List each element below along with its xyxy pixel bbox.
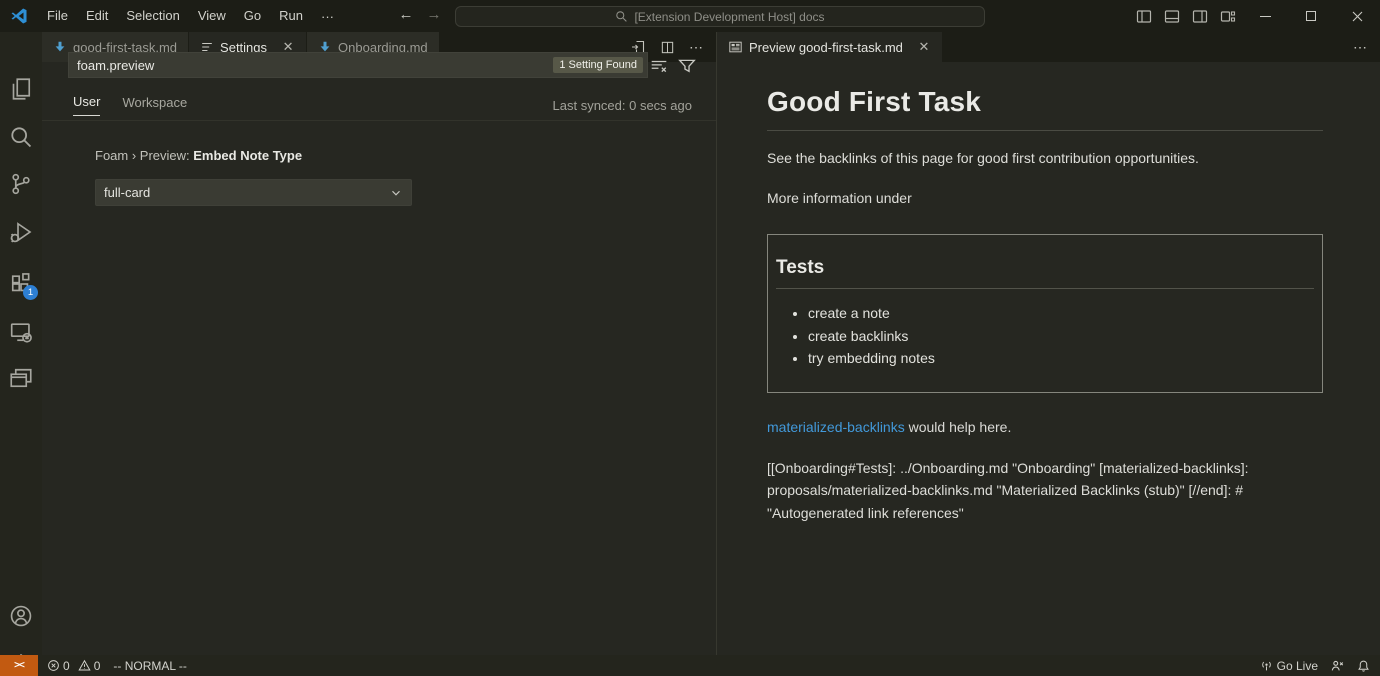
windows-view-icon[interactable] xyxy=(9,366,33,390)
close-window-button[interactable] xyxy=(1334,0,1380,32)
extensions-icon[interactable]: 1 xyxy=(9,272,33,296)
settings-results-badge: 1 Setting Found xyxy=(553,57,643,73)
editor-group-preview: Preview good-first-task.md ✕ ⋯ Good Firs… xyxy=(716,32,1380,655)
title-bar: File Edit Selection View Go Run ··· ← → … xyxy=(0,0,1380,32)
customize-layout-icon[interactable] xyxy=(1214,0,1242,32)
menu-run[interactable]: Run xyxy=(270,0,312,32)
navigate-forward-icon[interactable]: → xyxy=(422,0,446,32)
go-live-label: Go Live xyxy=(1277,659,1318,673)
menu-go[interactable]: Go xyxy=(235,0,270,32)
minimize-button[interactable] xyxy=(1242,0,1288,32)
chevron-down-icon xyxy=(389,186,403,200)
materialized-backlinks-link[interactable]: materialized-backlinks xyxy=(767,419,905,435)
tab-label: Preview good-first-task.md xyxy=(749,40,903,55)
preview-title: Good First Task xyxy=(767,86,1323,131)
list-item: try embedding notes xyxy=(808,347,1314,370)
problems-status[interactable]: 0 0 xyxy=(47,659,100,673)
clear-settings-filter-icon[interactable] xyxy=(650,57,668,75)
tab-bar-group2: Preview good-first-task.md ✕ ⋯ xyxy=(717,32,1380,62)
setting-title: Foam › Preview: Embed Note Type xyxy=(95,148,302,163)
menu-more-icon[interactable]: ··· xyxy=(312,9,343,24)
menu-edit[interactable]: Edit xyxy=(77,0,117,32)
settings-search-input[interactable] xyxy=(69,58,553,73)
menu-view[interactable]: View xyxy=(189,0,235,32)
source-control-icon[interactable] xyxy=(9,172,33,196)
vim-mode-indicator[interactable]: -- NORMAL -- xyxy=(113,659,187,673)
select-value: full-card xyxy=(104,185,150,200)
preview-paragraph: More information under xyxy=(767,188,1323,208)
activity-bar: 1 ⚙ xyxy=(0,32,42,655)
preview-paragraph: See the backlinks of this page for good … xyxy=(767,148,1323,168)
run-debug-icon[interactable] xyxy=(9,220,33,244)
link-suffix-text: would help here. xyxy=(905,419,1012,435)
accounts-icon[interactable] xyxy=(9,604,33,628)
command-center-search[interactable]: [Extension Development Host] docs xyxy=(455,6,985,27)
link-paragraph: materialized-backlinks would help here. xyxy=(767,419,1323,435)
close-tab-icon[interactable]: ✕ xyxy=(917,39,931,55)
last-synced-label: Last synced: 0 secs ago xyxy=(553,98,692,113)
menu-file[interactable]: File xyxy=(38,0,77,32)
command-center-label: [Extension Development Host] docs xyxy=(634,10,824,24)
markdown-preview-icon xyxy=(728,40,743,54)
settings-header-divider xyxy=(42,120,716,121)
note-card-list: create a note create backlinks try embed… xyxy=(776,302,1314,370)
error-count: 0 xyxy=(63,659,70,673)
status-bar: >< 0 0 -- NORMAL -- Go Live xyxy=(0,655,1380,676)
search-view-icon[interactable] xyxy=(9,125,33,149)
setting-name: Embed Note Type xyxy=(193,148,302,163)
link-references-text: [[Onboarding#Tests]: ../Onboarding.md "O… xyxy=(767,457,1323,525)
extensions-badge: 1 xyxy=(23,285,38,300)
tab-preview-good-first-task[interactable]: Preview good-first-task.md ✕ xyxy=(717,32,943,62)
preview-pane: Good First Task See the backlinks of thi… xyxy=(717,62,1380,655)
warning-count: 0 xyxy=(94,659,101,673)
remote-indicator[interactable]: >< xyxy=(0,655,38,676)
list-item: create backlinks xyxy=(808,325,1314,348)
vscode-window: File Edit Selection View Go Run ··· ← → … xyxy=(0,0,1380,676)
toggle-panel-icon[interactable] xyxy=(1158,0,1186,32)
warning-icon xyxy=(78,659,91,672)
remote-explorer-icon[interactable] xyxy=(9,320,33,344)
editor-actions-group2: ⋯ xyxy=(1353,32,1380,62)
embed-note-type-select[interactable]: full-card xyxy=(95,179,412,206)
feedback-icon[interactable] xyxy=(1330,659,1345,673)
list-item: create a note xyxy=(808,302,1314,325)
settings-scope-row: User Workspace Last synced: 0 secs ago xyxy=(73,94,692,116)
note-card-title: Tests xyxy=(776,257,1314,289)
markdown-file-icon xyxy=(53,40,67,54)
menu-selection[interactable]: Selection xyxy=(117,0,188,32)
settings-search-box: 1 Setting Found xyxy=(68,52,648,78)
markdown-preview-content: Good First Task See the backlinks of thi… xyxy=(767,86,1323,524)
setting-category: Foam › Preview: xyxy=(95,148,193,163)
explorer-icon[interactable] xyxy=(9,77,33,101)
filter-settings-icon[interactable] xyxy=(678,57,696,75)
toggle-secondary-sidebar-icon[interactable] xyxy=(1186,0,1214,32)
vscode-logo-icon xyxy=(10,7,28,25)
maximize-button[interactable] xyxy=(1288,0,1334,32)
toggle-primary-sidebar-icon[interactable] xyxy=(1130,0,1158,32)
navigate-back-icon[interactable]: ← xyxy=(394,0,418,32)
embedded-note-card: Tests create a note create backlinks try… xyxy=(767,234,1323,393)
scope-tab-workspace[interactable]: Workspace xyxy=(122,95,187,116)
error-icon xyxy=(47,659,60,672)
broadcast-icon xyxy=(1260,659,1273,672)
search-icon xyxy=(615,10,628,23)
notifications-bell-icon[interactable] xyxy=(1357,659,1370,673)
editor-group-settings: good-first-task.md Settings ✕ Onboarding… xyxy=(42,32,716,655)
go-live-button[interactable]: Go Live xyxy=(1260,659,1318,673)
scope-tab-user[interactable]: User xyxy=(73,94,100,116)
more-actions-icon[interactable]: ⋯ xyxy=(1353,39,1368,56)
more-actions-icon[interactable]: ⋯ xyxy=(689,39,704,56)
split-editor-icon[interactable] xyxy=(660,40,675,55)
